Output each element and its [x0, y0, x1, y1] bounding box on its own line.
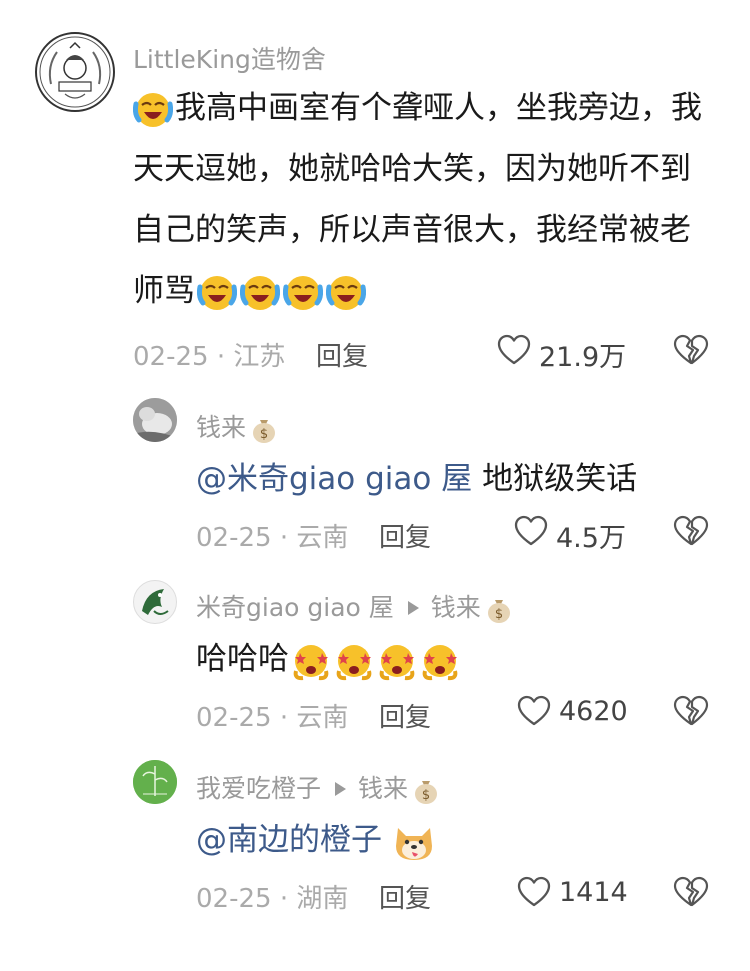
comment-text: 我高中画室有个聋哑人，坐我旁边，我 天天逗她，她就哈哈大笑，因为她听不到 自己的… [133, 78, 733, 322]
laugh-cry-emoji [240, 273, 280, 313]
like-count: 4.5万 [556, 523, 626, 554]
starstruck-emoji [334, 641, 374, 681]
mention-link[interactable]: @南边的橙子 [196, 822, 382, 858]
reply-meta: 02-25 · 湖南 [196, 884, 349, 914]
reply-to-username[interactable]: 钱来 [358, 774, 408, 803]
dislike-button[interactable] [673, 876, 709, 908]
reply-text: @米奇giao giao 屋 地狱级笑话 [196, 461, 638, 497]
doge-emoji [392, 820, 436, 864]
comment-location: 江苏 [233, 342, 286, 372]
comment-line-2: 天天逗她，她就哈哈大笑，因为她听不到 [133, 151, 691, 187]
comment-meta: 02-25 · 江苏 [133, 336, 285, 373]
reply-username[interactable]: 钱来 $ [196, 408, 279, 444]
svg-text:$: $ [260, 427, 268, 442]
reply-button[interactable]: 回复 [379, 517, 431, 554]
broken-heart-icon [673, 334, 709, 366]
laugh-cry-emoji [283, 273, 323, 313]
comment-line-3: 自己的笑声，所以声音很大，我经常被老 [133, 212, 691, 248]
dislike-button[interactable] [673, 334, 709, 366]
dislike-button[interactable] [673, 695, 709, 727]
laugh-cry-emoji [133, 90, 173, 130]
reply-button[interactable]: 回复 [379, 878, 431, 915]
money-bag-icon: $ [411, 775, 441, 805]
heart-outline-icon [514, 515, 548, 547]
comment-line-1: 我高中画室有个聋哑人，坐我旁边，我 [133, 78, 733, 139]
reply-to-arrow-icon [335, 781, 347, 796]
reply-meta: 02-25 · 云南 [196, 703, 349, 733]
broken-heart-icon [673, 515, 709, 547]
avatar-littleking[interactable] [35, 32, 115, 112]
laugh-cry-emoji [197, 273, 237, 313]
reply-meta: 02-25 · 云南 [196, 523, 349, 553]
avatar-orange[interactable] [133, 760, 177, 804]
starstruck-emoji [291, 641, 331, 681]
comment-line-4: 师骂 [133, 261, 733, 322]
comment-username[interactable]: LittleKing造物舍 [133, 40, 326, 76]
svg-text:$: $ [495, 607, 503, 622]
heart-outline-icon [497, 334, 531, 366]
laugh-cry-emoji [326, 273, 366, 313]
heart-outline-icon [517, 695, 551, 727]
reply-button[interactable]: 回复 [379, 697, 431, 734]
like-count: 4620 [559, 696, 628, 727]
dislike-button[interactable] [673, 515, 709, 547]
reply-to-arrow-icon [407, 600, 419, 615]
money-bag-icon: $ [249, 414, 279, 444]
avatar-qianlai[interactable] [133, 398, 177, 442]
reply-to-username[interactable]: 钱来 [431, 593, 481, 622]
mention-link[interactable]: @米奇giao giao 屋 [196, 461, 472, 497]
like-count: 21.9万 [539, 342, 627, 373]
reply-username[interactable]: 米奇giao giao 屋钱来 $ [196, 588, 514, 624]
starstruck-emoji [377, 641, 417, 681]
broken-heart-icon [673, 695, 709, 727]
reply-username[interactable]: 我爱吃橙子 钱来 $ [196, 769, 441, 805]
broken-heart-icon [673, 876, 709, 908]
dot-separator: · [216, 342, 226, 372]
reply-button[interactable]: 回复 [316, 336, 368, 373]
avatar-miqi[interactable] [133, 580, 177, 624]
starstruck-emoji [420, 641, 460, 681]
money-bag-icon: $ [484, 594, 514, 624]
svg-text:$: $ [422, 788, 430, 803]
heart-outline-icon [517, 876, 551, 908]
like-count: 1414 [559, 877, 628, 908]
reply-text: 哈哈哈 [196, 629, 460, 690]
comment-date: 02-25 [133, 342, 209, 372]
reply-text: @南边的橙子 [196, 810, 436, 871]
